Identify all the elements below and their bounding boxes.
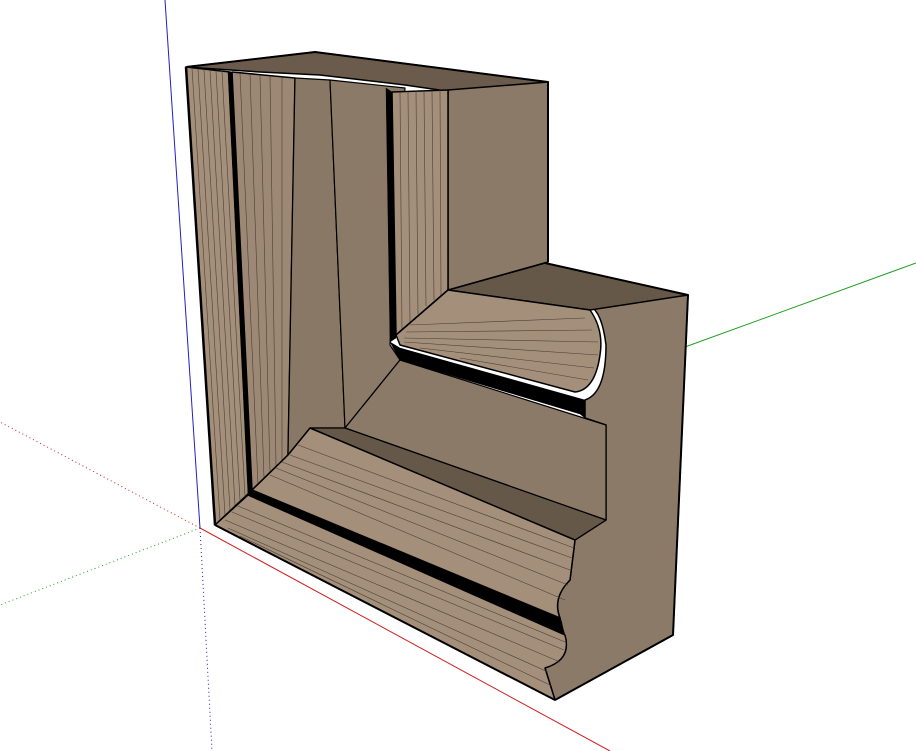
- red-axis-hidden: [0, 421, 201, 529]
- blue-axis-hidden: [199, 527, 213, 751]
- modeling-viewport[interactable]: [0, 0, 916, 751]
- scene-canvas[interactable]: [0, 0, 916, 751]
- upper-arm-side-face[interactable]: [447, 81, 549, 291]
- green-axis-hidden: [0, 527, 201, 606]
- moulding-model[interactable]: [184, 51, 689, 701]
- green-axis: [684, 262, 916, 348]
